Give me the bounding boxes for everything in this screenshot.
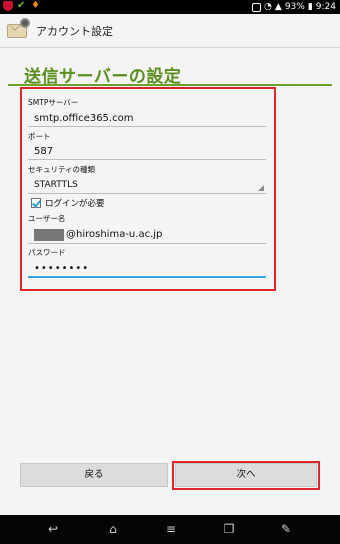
password-underline-focused (28, 276, 266, 278)
port-label: ポート (28, 132, 51, 141)
security-type-select[interactable]: STARTTLS (34, 180, 78, 190)
username-input[interactable]: @hiroshima-u.ac.jp (66, 229, 162, 240)
back-icon[interactable]: ↩ (43, 521, 63, 537)
dropdown-arrow-icon[interactable] (258, 185, 264, 191)
port-input[interactable]: 587 (34, 146, 53, 157)
login-required-checkbox[interactable] (31, 198, 41, 208)
smtp-server-underline (28, 126, 266, 127)
clock: 9:24 (315, 2, 336, 12)
port-underline (28, 159, 266, 160)
security-type-underline (28, 193, 266, 194)
back-button[interactable]: 戻る (20, 463, 168, 487)
wifi-icon: ◔ (264, 2, 272, 12)
email-settings-icon[interactable] (6, 18, 30, 41)
password-label: パスワード (28, 248, 66, 257)
security-type-label: セキュリティの種類 (28, 165, 96, 174)
battery-percent: 93% (284, 2, 305, 12)
navigation-bar: ↩ ⌂ ≡ ❐ ✎ (0, 515, 340, 544)
action-bar-title: アカウント設定 (36, 25, 113, 38)
status-bar: ✔ ♦ ◔ ▲ 93% ▮ 9:24 (0, 0, 340, 14)
recent-apps-icon[interactable]: ❐ (219, 521, 239, 537)
notification-icon: ♦ (31, 0, 40, 11)
smtp-server-label: SMTPサーバー (28, 98, 79, 107)
signal-icon: ▲ (274, 2, 282, 12)
shield-icon (3, 1, 13, 11)
next-button[interactable]: 次へ (175, 463, 317, 487)
redacted-username-part (34, 229, 64, 241)
gear-icon (20, 18, 30, 28)
menu-icon[interactable]: ≡ (161, 521, 181, 537)
home-icon[interactable]: ⌂ (103, 521, 123, 537)
username-label: ユーザー名 (28, 214, 66, 223)
status-left-icons: ✔ ♦ (3, 1, 41, 11)
battery-icon: ▮ (307, 2, 313, 12)
check-icon: ✔ (17, 0, 26, 11)
login-required-label: ログインが必要 (45, 199, 105, 209)
password-input[interactable]: •••••••• (34, 263, 89, 274)
status-right-icons: ◔ ▲ 93% ▮ 9:24 (252, 1, 336, 13)
edit-icon[interactable]: ✎ (276, 521, 296, 537)
nfc-icon (252, 2, 262, 12)
smtp-server-input[interactable]: smtp.office365.com (34, 113, 133, 124)
action-bar: アカウント設定 (0, 14, 340, 48)
title-divider (8, 84, 332, 86)
username-underline (28, 243, 266, 244)
